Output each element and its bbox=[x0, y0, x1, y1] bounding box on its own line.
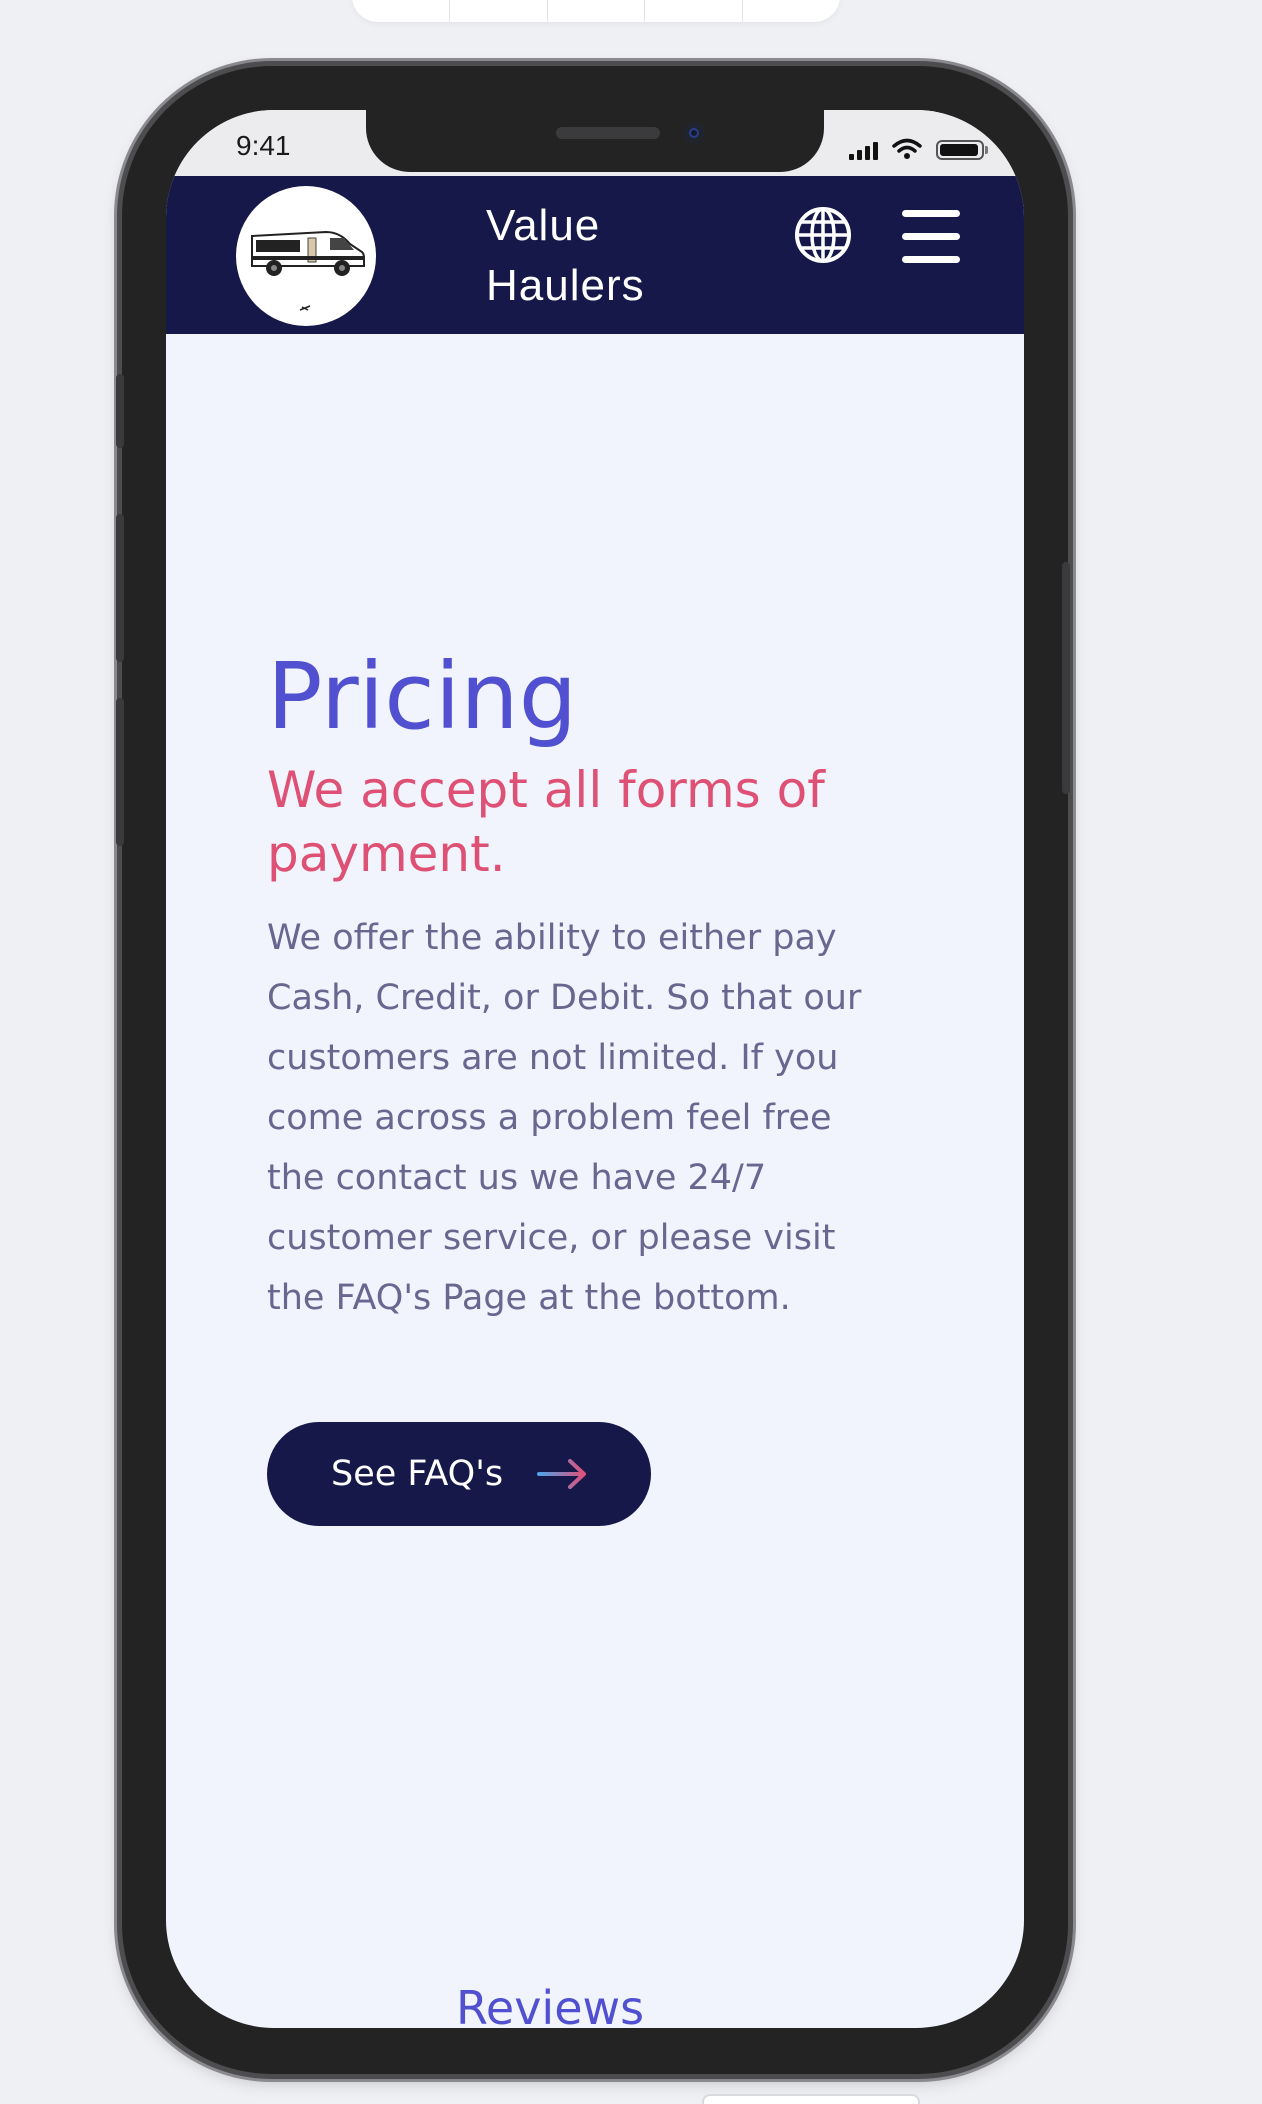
camera-notch bbox=[366, 110, 824, 172]
site-header: Value Haulers bbox=[166, 176, 1024, 334]
volume-up-button bbox=[116, 514, 124, 662]
canvas: 9:41 Value Haulers Pricing We accept all… bbox=[0, 0, 1262, 2104]
globe-icon[interactable] bbox=[794, 206, 852, 264]
toolbar-segment[interactable] bbox=[645, 0, 744, 22]
top-toolbar[interactable] bbox=[352, 0, 840, 22]
toolbar-segment[interactable] bbox=[450, 0, 548, 22]
phone-screen: 9:41 Value Haulers Pricing We accept all… bbox=[166, 110, 1024, 2028]
arrow-right-icon bbox=[537, 1459, 586, 1489]
see-faqs-button[interactable]: See FAQ's bbox=[267, 1422, 651, 1526]
battery-icon bbox=[936, 140, 988, 160]
speaker-grille bbox=[556, 127, 660, 139]
phone-frame: 9:41 Value Haulers Pricing We accept all… bbox=[116, 66, 1070, 2074]
page-subtitle: We accept all forms of payment. bbox=[267, 761, 825, 883]
status-icons bbox=[849, 138, 988, 160]
toolbar-segment[interactable] bbox=[743, 0, 840, 22]
page-title: Pricing bbox=[267, 643, 578, 750]
status-time: 9:41 bbox=[236, 130, 291, 161]
toolbar-segment[interactable] bbox=[548, 0, 646, 22]
brand-name[interactable]: Value Haulers bbox=[486, 196, 645, 316]
volume-down-button bbox=[116, 698, 124, 846]
wifi-icon bbox=[892, 138, 922, 159]
see-faqs-label: See FAQ's bbox=[331, 1454, 504, 1494]
front-camera bbox=[684, 123, 704, 143]
pricing-description: We offer the ability to either pay Cash,… bbox=[267, 918, 862, 1318]
toolbar-segment[interactable] bbox=[352, 0, 450, 22]
hamburger-menu-icon[interactable] bbox=[902, 210, 960, 263]
cellular-signal-icon bbox=[849, 140, 878, 160]
bottom-toolbar-fragment[interactable] bbox=[702, 2094, 920, 2104]
van-logo-icon[interactable] bbox=[236, 186, 376, 326]
reviews-section-title[interactable]: Reviews bbox=[456, 1978, 644, 2028]
power-button bbox=[1062, 562, 1070, 794]
mute-switch bbox=[116, 374, 124, 448]
